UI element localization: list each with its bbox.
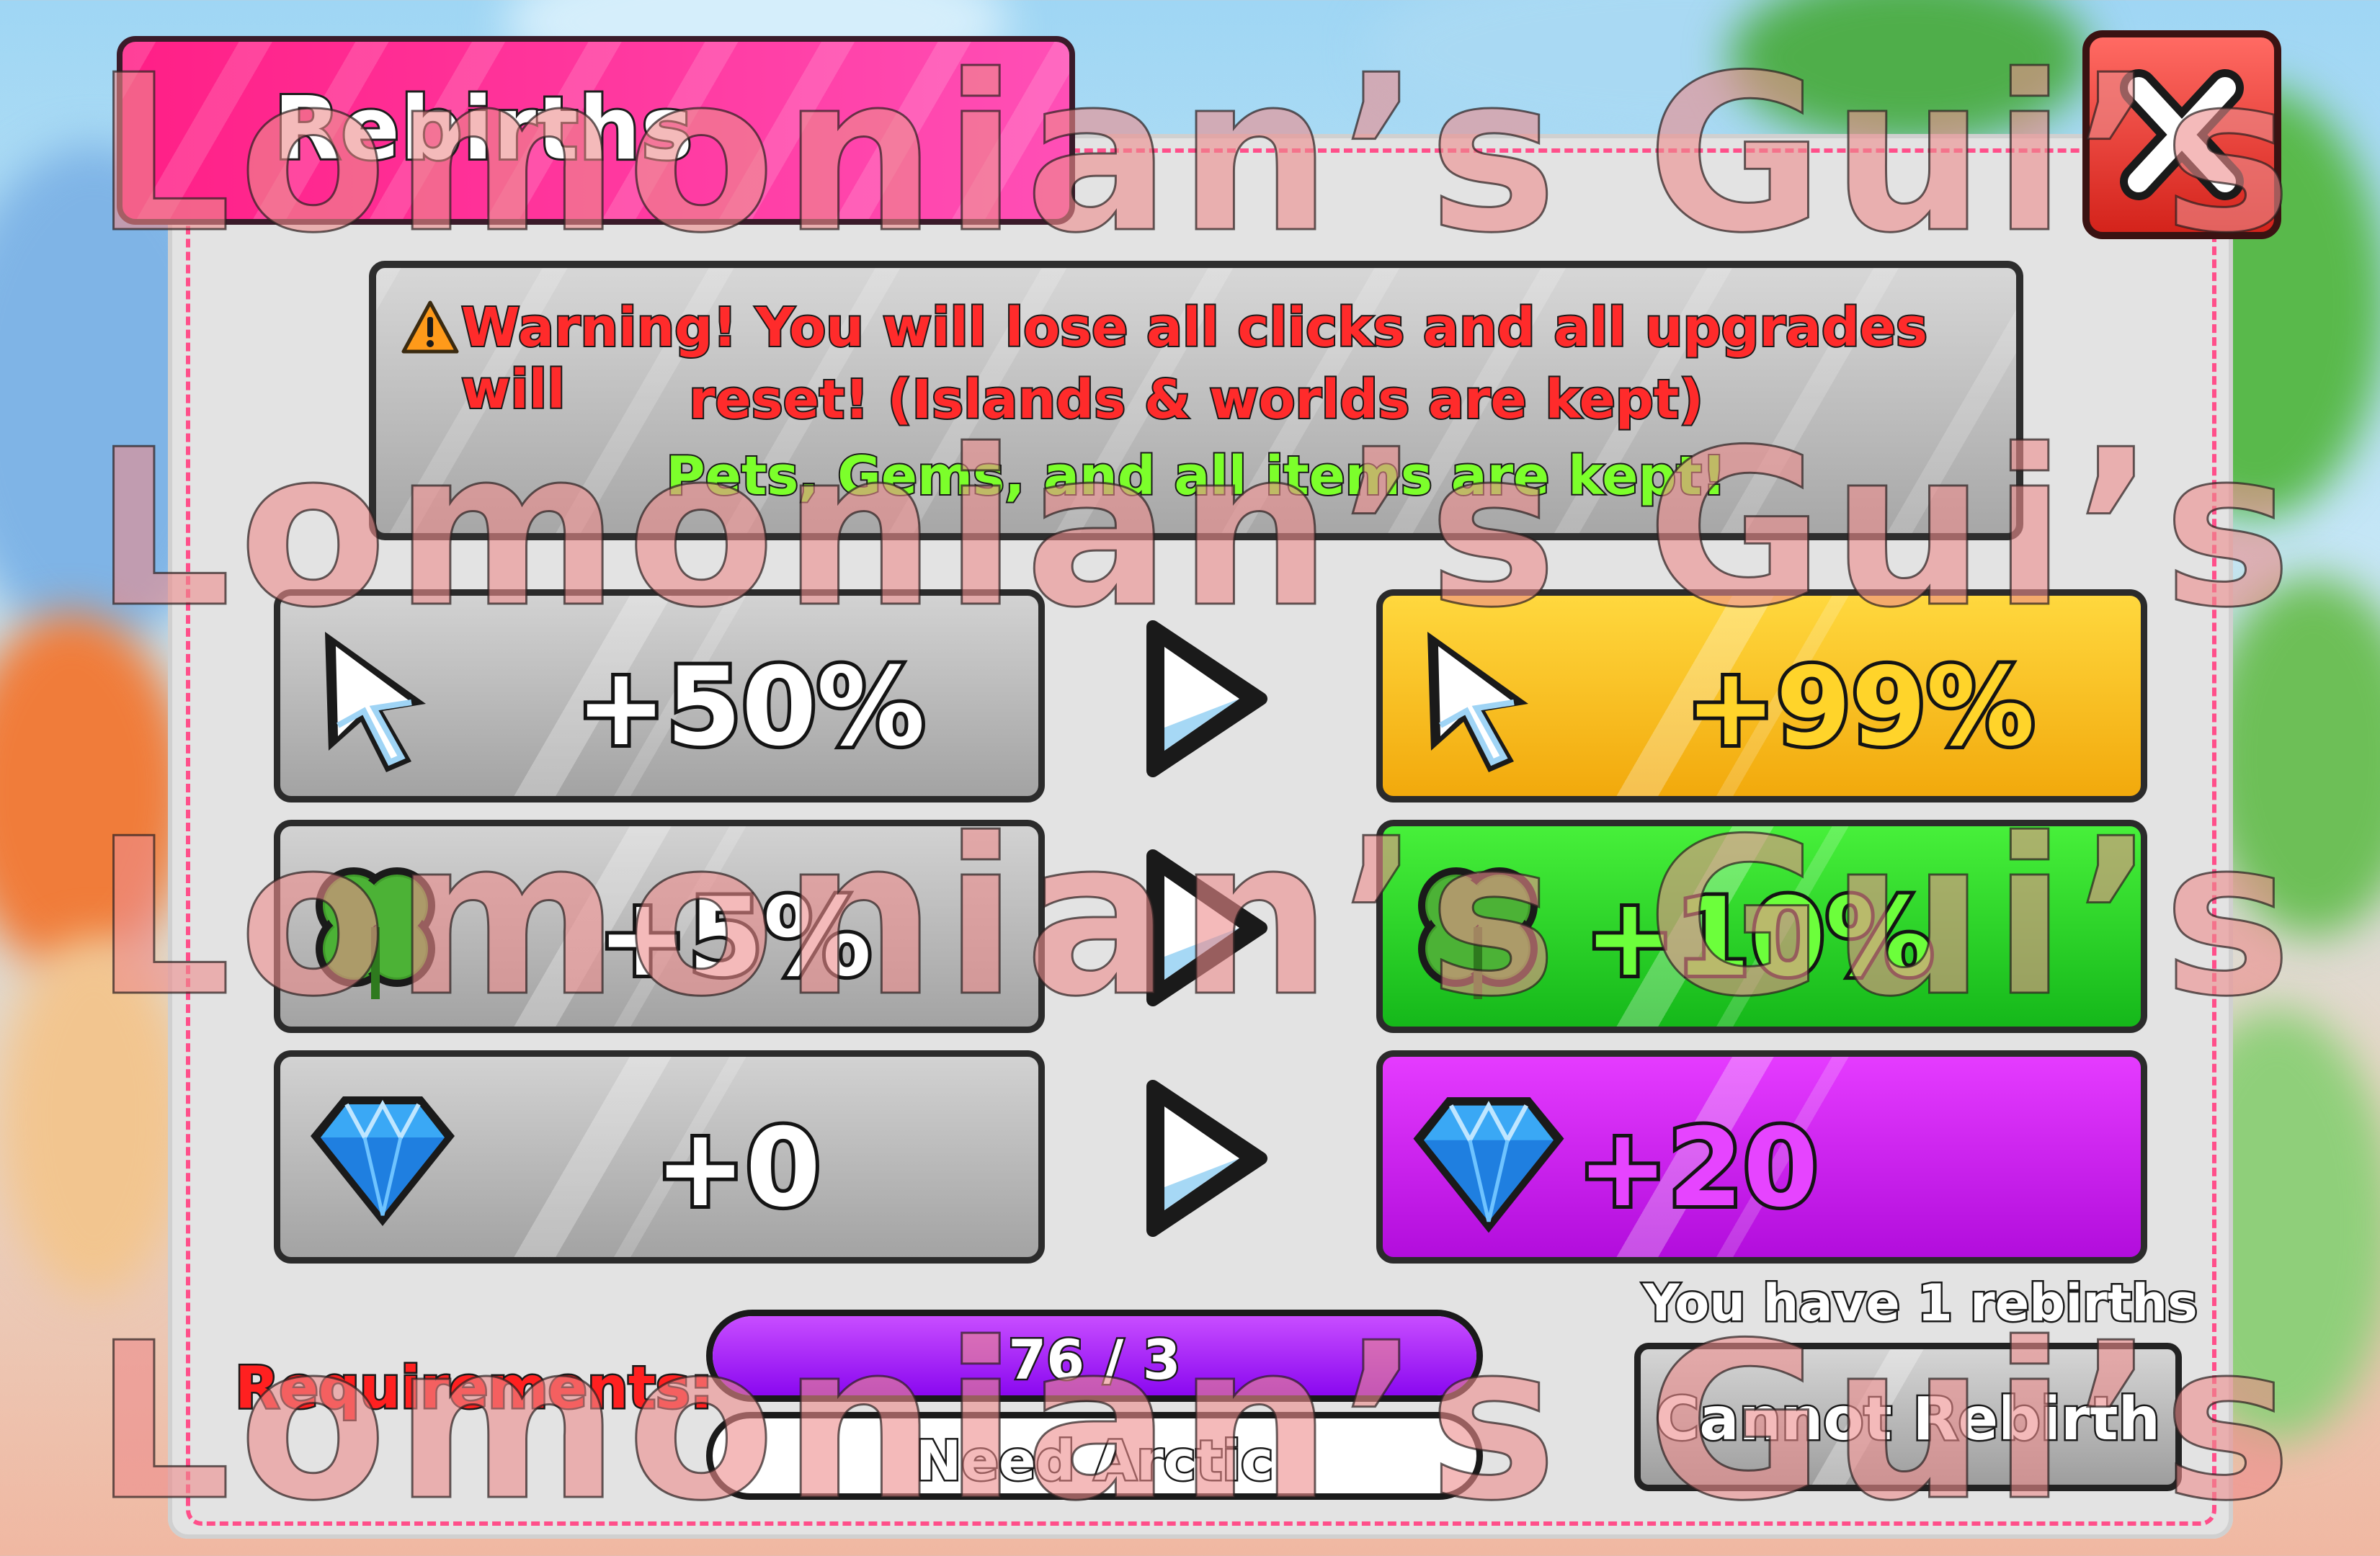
next-gems-card: +20 — [1376, 1050, 2147, 1264]
current-gems-value: +0 — [651, 1102, 824, 1235]
rebirth-button-label: Cannot Rebirth — [1654, 1384, 2162, 1456]
play-arrow-icon — [1146, 849, 1267, 1006]
rebirth-button[interactable]: Cannot Rebirth — [1634, 1343, 2182, 1491]
play-arrow-icon — [1146, 1080, 1267, 1237]
close-icon — [2120, 69, 2244, 200]
next-luck-value: +10% — [1581, 872, 1938, 1004]
requirements-label: Requirements: — [233, 1353, 716, 1423]
next-clicks-card: +99% — [1376, 589, 2147, 802]
next-clicks-value: +99% — [1682, 641, 2038, 774]
clover-icon — [1418, 867, 1538, 999]
rebirth-count-text: You have 1 rebirths — [1641, 1272, 2200, 1335]
next-gems-value: +20 — [1574, 1102, 1822, 1235]
current-clicks-card: +50% — [274, 589, 1045, 802]
current-gems-card: +0 — [274, 1050, 1045, 1264]
current-luck-value: +5% — [594, 872, 875, 1004]
diamond-icon — [1413, 1097, 1564, 1233]
cursor-icon — [1427, 632, 1528, 772]
current-clicks-value: +50% — [572, 641, 929, 774]
requirement-progress-bar: 76 / 3 — [706, 1310, 1483, 1402]
kept-items-text: Pets, Gems, and all items are kept! — [664, 444, 1727, 509]
cursor-icon — [325, 632, 426, 772]
progress-text: 76 / 3 — [1007, 1326, 1182, 1394]
requirement-need-box: Need Arctic — [706, 1412, 1483, 1500]
current-luck-card: +5% — [274, 820, 1045, 1033]
need-text: Need Arctic — [914, 1427, 1275, 1495]
clover-icon — [316, 867, 435, 999]
next-luck-card: +10% — [1376, 820, 2147, 1033]
close-button[interactable] — [2082, 30, 2281, 239]
warning-text-continued: reset! (Islands & worlds are kept) — [687, 367, 1705, 432]
play-arrow-icon — [1146, 620, 1267, 777]
warning-icon — [401, 300, 459, 354]
diamond-icon — [311, 1096, 455, 1226]
page-title: Rebirths — [272, 77, 695, 182]
